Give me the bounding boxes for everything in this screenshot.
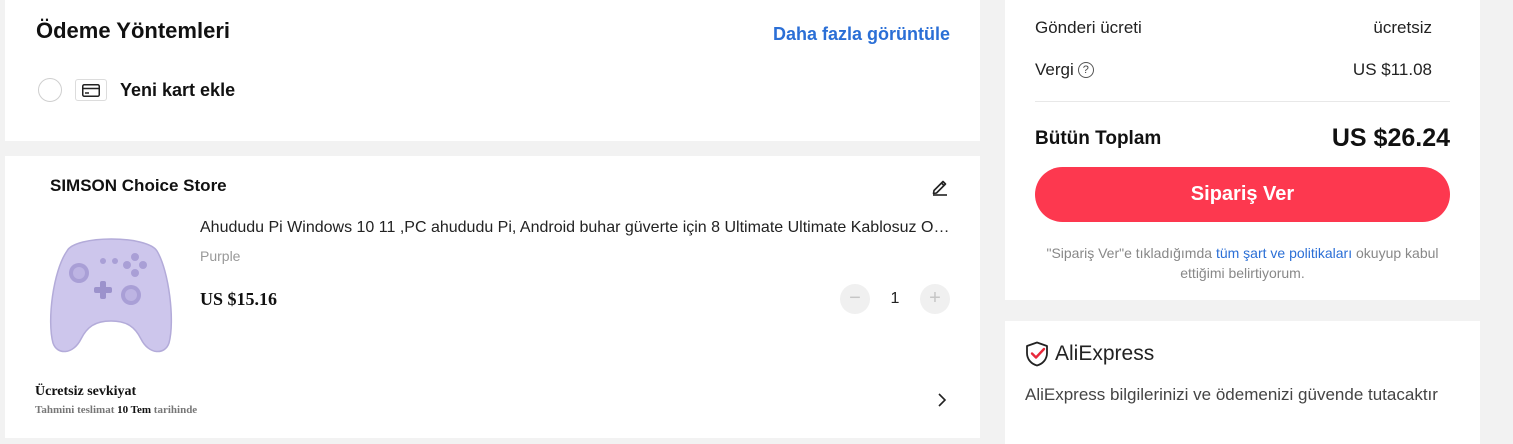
- product-variant: Purple: [200, 248, 241, 264]
- payment-methods-card: Ödeme Yöntemleri Daha fazla görüntüle Ye…: [5, 0, 980, 141]
- shield-check-icon: [1026, 341, 1048, 367]
- shipping-title: Ücretsiz sevkiyat: [35, 384, 137, 399]
- terms-notice: "Sipariş Ver"e tıkladığımda tüm şart ve …: [1035, 243, 1450, 283]
- order-item-card: SIMSON Choice Store Ahududu Pi Windows 1…: [5, 156, 980, 438]
- store-name[interactable]: SIMSON Choice Store: [50, 176, 227, 196]
- security-card: AliExpress AliExpress bilgilerinizi ve ö…: [1005, 321, 1480, 444]
- terms-prefix: "Sipariş Ver"e tıkladığımda: [1046, 245, 1213, 261]
- quantity-decrease-button[interactable]: −: [840, 284, 870, 314]
- product-price: US $15.16: [200, 289, 278, 309]
- total-label: Bütün Toplam: [1035, 128, 1162, 149]
- shipping-fee-label: Gönderi ücreti: [1035, 18, 1142, 37]
- delivery-prefix: Tahmini teslimat: [35, 404, 115, 416]
- help-icon[interactable]: ?: [1077, 62, 1094, 78]
- total-value: US $26.24: [1331, 124, 1450, 152]
- edit-pencil-icon[interactable]: [930, 176, 950, 196]
- quantity-increase-button[interactable]: +: [920, 284, 950, 314]
- order-summary-card: Gönderi ücreti ücretsiz Vergi? US $11.08…: [1005, 0, 1480, 300]
- delivery-estimate: Tahmini teslimat 10 Tem tarihinde: [35, 404, 197, 416]
- summary-divider: [1035, 101, 1450, 102]
- terms-link[interactable]: tüm şart ve politikaları: [1216, 245, 1352, 261]
- add-card-radio[interactable]: [38, 78, 62, 102]
- credit-card-icon: [75, 79, 107, 101]
- quantity-value: 1: [890, 290, 900, 307]
- view-more-link[interactable]: Daha fazla görüntüle: [773, 24, 950, 45]
- aliexpress-brand: AliExpress: [1055, 342, 1155, 365]
- security-text: AliExpress bilgilerinizi ve ödemenizi gü…: [1025, 385, 1438, 404]
- chevron-right-icon[interactable]: [934, 390, 950, 410]
- delivery-suffix: tarihinde: [153, 404, 198, 416]
- tax-label-group: Vergi?: [1035, 60, 1094, 80]
- delivery-date: 10 Tem: [117, 404, 152, 416]
- add-card-label[interactable]: Yeni kart ekle: [120, 80, 235, 101]
- product-title[interactable]: Ahududu Pi Windows 10 11 ,PC ahududu Pi,…: [200, 219, 950, 237]
- tax-label: Vergi: [1035, 60, 1074, 79]
- product-image[interactable]: [45, 221, 177, 359]
- place-order-button[interactable]: Sipariş Ver: [1035, 167, 1450, 222]
- tax-value: US $11.08: [1352, 60, 1432, 79]
- shipping-fee-value: ücretsiz: [1373, 18, 1432, 37]
- payment-methods-title: Ödeme Yöntemleri: [36, 18, 230, 43]
